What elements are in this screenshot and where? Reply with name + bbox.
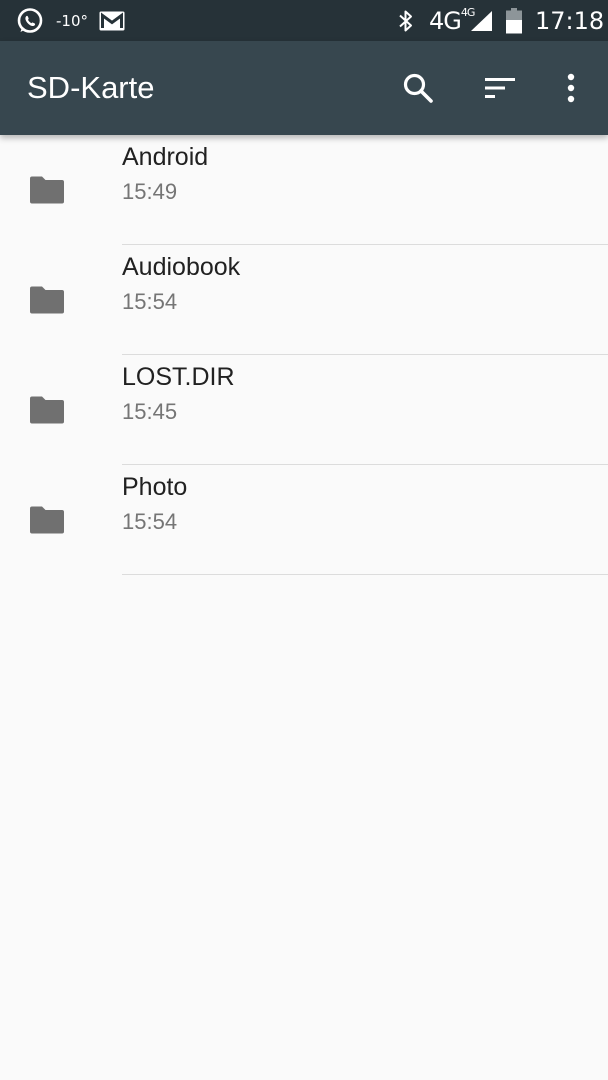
- network-type-label: 4G: [429, 6, 462, 35]
- file-time: 15:49: [122, 179, 178, 204]
- divider: [122, 574, 608, 575]
- file-time: 15:45: [122, 399, 178, 424]
- page-title: SD-Karte: [27, 70, 155, 105]
- file-name: Audiobook: [122, 253, 241, 281]
- file-name: Photo: [122, 473, 188, 501]
- file-name: Android: [122, 143, 209, 171]
- sort-icon: [485, 78, 515, 98]
- whatsapp-icon: [16, 0, 44, 41]
- file-list: Android 15:49 Audiobook 15:54 LOST.DIR 1…: [0, 135, 608, 575]
- list-item[interactable]: Android 15:49: [0, 135, 608, 245]
- search-button[interactable]: [394, 64, 442, 112]
- battery-icon: [506, 0, 522, 41]
- folder-icon: [30, 176, 64, 204]
- gmail-icon: [99, 0, 125, 41]
- file-time: 15:54: [122, 509, 178, 534]
- list-item[interactable]: LOST.DIR 15:45: [0, 355, 608, 465]
- temperature-text: -10°: [56, 11, 88, 30]
- file-time: 15:54: [122, 289, 178, 314]
- clock: 17:18: [535, 6, 605, 35]
- network-type: 4G 4G: [429, 0, 475, 41]
- list-item[interactable]: Photo 15:54: [0, 465, 608, 575]
- more-vert-icon: [567, 73, 575, 103]
- file-name: LOST.DIR: [122, 363, 235, 391]
- status-bar: -10° 4G 4G 17:18: [0, 0, 608, 41]
- bluetooth-icon: [398, 0, 414, 41]
- folder-icon: [30, 506, 64, 534]
- app-bar: SD-Karte: [0, 41, 608, 135]
- sort-button[interactable]: [476, 64, 524, 112]
- more-options-button[interactable]: [547, 64, 595, 112]
- signal-icon: [470, 0, 494, 41]
- folder-icon: [30, 396, 64, 424]
- list-item[interactable]: Audiobook 15:54: [0, 245, 608, 355]
- search-icon: [403, 73, 433, 103]
- folder-icon: [30, 286, 64, 314]
